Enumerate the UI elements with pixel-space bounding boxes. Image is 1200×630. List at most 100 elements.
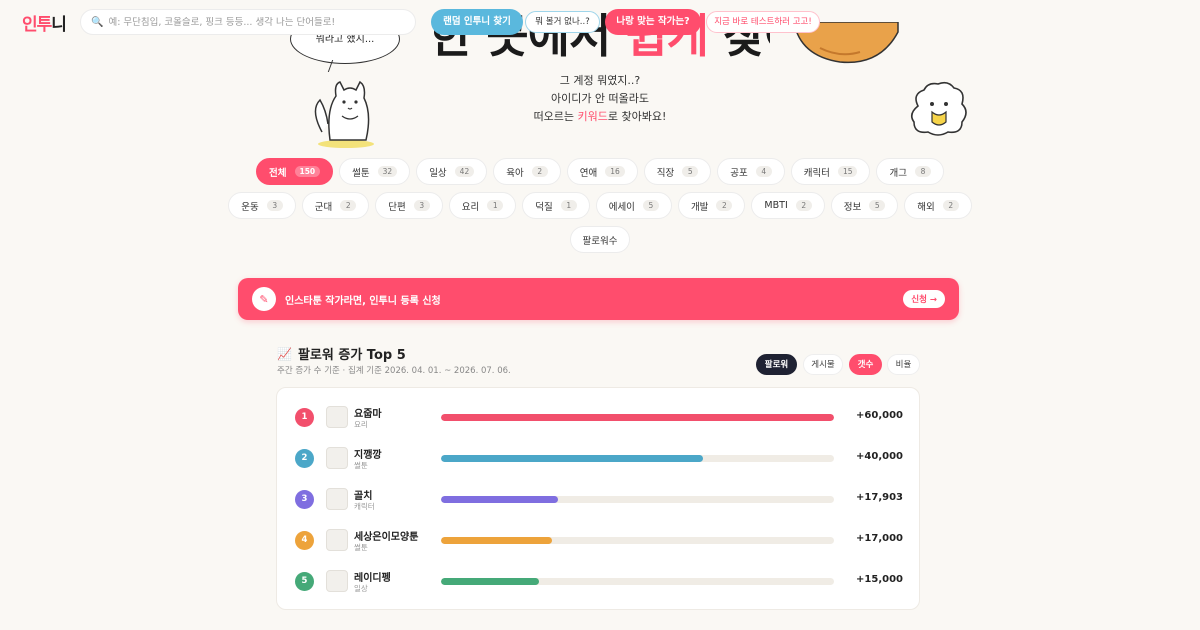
category-label: 일상 bbox=[429, 167, 447, 179]
artist-name: 골치 bbox=[354, 491, 373, 502]
category-chip[interactable]: 일상 42 bbox=[416, 158, 488, 185]
category-chip[interactable]: 해외 2 bbox=[904, 192, 972, 219]
ghost-mascot-illustration bbox=[910, 81, 967, 136]
category-count-badge: 5 bbox=[642, 200, 659, 211]
category-count-badge: 2 bbox=[531, 166, 548, 177]
artist-category: 요리 bbox=[354, 420, 368, 429]
category-chip[interactable]: 정보 5 bbox=[830, 192, 899, 219]
category-count-badge: 2 bbox=[795, 200, 812, 211]
category-label: 요리 bbox=[461, 201, 480, 213]
category-chip[interactable]: 덕질 1 bbox=[522, 192, 590, 219]
rank-number-badge: 2 bbox=[295, 449, 314, 468]
category-count-badge: 8 bbox=[914, 166, 931, 177]
artist-name: 레이디펭 bbox=[354, 573, 391, 584]
category-chip[interactable]: 운동 3 bbox=[228, 192, 296, 219]
category-chip[interactable]: 공포 4 bbox=[717, 158, 785, 185]
category-count-badge: 150 bbox=[294, 166, 321, 177]
category-label: 팔로워수 bbox=[582, 235, 618, 247]
category-label: 썰툰 bbox=[352, 167, 370, 179]
category-count-badge: 1 bbox=[487, 200, 504, 211]
category-chip[interactable]: 개발 2 bbox=[677, 192, 746, 219]
growth-bar-fill bbox=[441, 537, 552, 544]
logo[interactable]: 인투니 bbox=[22, 10, 67, 35]
artist-category: 일상 bbox=[354, 584, 368, 593]
growth-bar-track bbox=[441, 414, 834, 421]
category-row: 운동 3 군대 2 단편 3 요리 1 덕질 1 에세이 5 개발 2 MBTI 2 정보 5 해외 2 bbox=[0, 192, 1200, 219]
section-title: 📈 팔로워 증가 Top 5 bbox=[277, 346, 406, 364]
ranking-row[interactable]: 3 골치 캐릭터 +17,903 bbox=[277, 479, 921, 520]
ranking-row[interactable]: 5 레이디펭 일상 +15,000 bbox=[277, 561, 921, 602]
toggle-follower[interactable]: 팔로워 bbox=[756, 354, 797, 375]
category-label: 정보 bbox=[843, 201, 862, 213]
category-chip[interactable]: 요리 1 bbox=[448, 192, 517, 219]
category-count-badge: 32 bbox=[377, 166, 398, 177]
category-count-badge: 2 bbox=[942, 200, 959, 211]
category-chip[interactable]: 썰툰 32 bbox=[339, 158, 411, 185]
rank-number-badge: 3 bbox=[295, 490, 314, 509]
ranking-row[interactable]: 4 세상은이모양툰 썰툰 +17,000 bbox=[277, 520, 921, 561]
matching-artist-test-button[interactable]: 나랑 맞는 작가는? bbox=[605, 9, 701, 35]
document-icon: ✎ bbox=[252, 287, 276, 311]
search-bar: 🔍 bbox=[80, 9, 416, 35]
category-label: 에세이 bbox=[608, 201, 635, 213]
category-label: 캐릭터 bbox=[803, 167, 830, 179]
ranking-row[interactable]: 2 지깽깡 썰툰 +40,000 bbox=[277, 438, 921, 479]
growth-bar-track bbox=[441, 455, 834, 462]
category-count-badge: 42 bbox=[454, 166, 475, 177]
category-chip[interactable]: 단편 3 bbox=[375, 192, 443, 219]
toggle-count[interactable]: 갯수 bbox=[849, 354, 882, 375]
category-chip[interactable]: 에세이 5 bbox=[595, 192, 672, 219]
chart-trend-icon: 📈 bbox=[277, 346, 292, 361]
category-row: 팔로워수 bbox=[0, 226, 1200, 253]
category-label: 개발 bbox=[690, 201, 709, 213]
toggle-ratio[interactable]: 비율 bbox=[887, 354, 920, 375]
search-input[interactable] bbox=[108, 16, 409, 28]
category-count-badge: 15 bbox=[837, 166, 858, 177]
category-chip[interactable]: 연애 16 bbox=[566, 158, 638, 185]
category-label: 군대 bbox=[314, 201, 333, 213]
growth-bar-track bbox=[441, 496, 834, 503]
follower-growth-value: +17,903 bbox=[856, 492, 903, 503]
category-count-badge: 5 bbox=[682, 166, 699, 177]
follower-growth-value: +15,000 bbox=[856, 574, 903, 585]
artist-name: 세상은이모양툰 bbox=[354, 532, 419, 543]
random-intoonee-button[interactable]: 랜덤 인투니 찾기 bbox=[431, 9, 523, 35]
follower-growth-value: +40,000 bbox=[856, 451, 903, 462]
growth-bar-fill bbox=[441, 414, 834, 421]
search-icon: 🔍 bbox=[91, 16, 104, 28]
artist-register-banner[interactable]: ✎ 인스타툰 작가라면, 인투니 등록 신청 신청 → bbox=[238, 278, 959, 320]
category-count-badge: 4 bbox=[755, 166, 772, 177]
artist-category: 캐릭터 bbox=[354, 502, 375, 511]
section-subtitle: 주간 증가 수 기준 · 집계 기준 2026. 04. 01. ~ 2026.… bbox=[277, 366, 511, 376]
growth-bar-fill bbox=[441, 578, 539, 585]
category-label: 육아 bbox=[506, 167, 524, 179]
category-label: 운동 bbox=[241, 201, 259, 213]
category-label: MBTI bbox=[764, 200, 788, 211]
cat-mascot-illustration bbox=[314, 80, 374, 148]
growth-bar-track bbox=[441, 537, 834, 544]
toggle-posts[interactable]: 게시물 bbox=[803, 354, 843, 375]
category-count-badge: 16 bbox=[605, 166, 625, 177]
apply-button[interactable]: 신청 → bbox=[903, 290, 945, 308]
test-hint-bubble: 지금 바로 테스트하러 고고! bbox=[706, 11, 820, 33]
avatar bbox=[326, 570, 348, 592]
category-count-badge: 3 bbox=[413, 200, 430, 211]
category-filter: 전체 150 썰툰 32 일상 42 육아 2 연애 16 직장 5 공포 4 캐릭터 15 개그 8 운동 3 군대… bbox=[0, 158, 1200, 260]
growth-bar-fill bbox=[441, 496, 558, 503]
ranking-row[interactable]: 1 요줍마 요리 +60,000 bbox=[277, 397, 921, 438]
category-label: 덕질 bbox=[535, 201, 553, 213]
follower-growth-value: +60,000 bbox=[856, 410, 903, 421]
category-chip[interactable]: 팔로워수 bbox=[569, 226, 631, 253]
category-chip[interactable]: 육아 2 bbox=[493, 158, 561, 185]
category-chip[interactable]: 캐릭터 15 bbox=[790, 158, 871, 185]
growth-bar-track bbox=[441, 578, 834, 585]
category-count-badge: 3 bbox=[266, 200, 283, 211]
random-hint-bubble: 뭐 볼거 없나..? bbox=[525, 11, 600, 33]
category-chip[interactable]: 개그 8 bbox=[876, 158, 944, 185]
category-chip[interactable]: 군대 2 bbox=[301, 192, 370, 219]
hero-subtitle: 그 계정 뭐였지..? 아이디가 안 떠올라도 떠오르는 키워드로 찾아봐요! bbox=[533, 74, 667, 123]
category-chip[interactable]: MBTI 2 bbox=[751, 192, 825, 219]
category-chip[interactable]: 전체 150 bbox=[256, 158, 334, 185]
category-chip[interactable]: 직장 5 bbox=[643, 158, 712, 185]
category-label: 공포 bbox=[730, 167, 748, 179]
